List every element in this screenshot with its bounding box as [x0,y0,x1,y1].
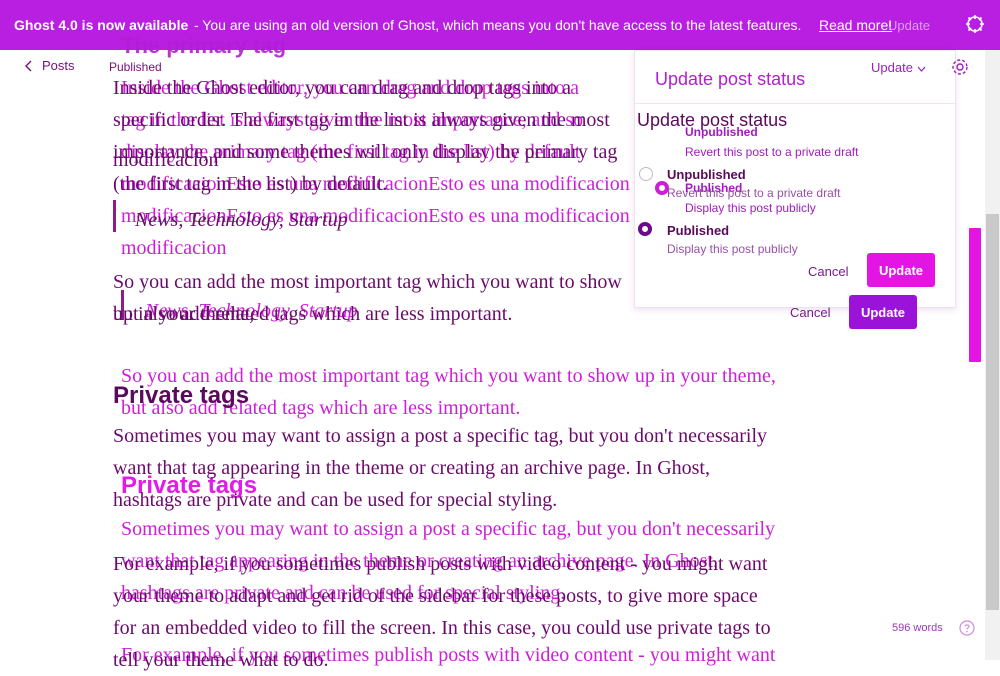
ghost-cancel-button[interactable]: Cancel [808,264,848,279]
radio-published[interactable] [638,222,652,236]
example-paragraph-4[interactable]: tell your theme what to do. [113,644,853,676]
cancel-button[interactable]: Cancel [790,305,830,320]
help-icon[interactable] [959,620,975,636]
option-unpublished-desc: Revert this post to a private draft [667,186,841,200]
option-published-label[interactable]: Published [667,223,729,238]
ghost-option-unpublished-desc: Revert this post to a private draft [685,145,859,159]
example-paragraph-2[interactable]: your theme to adapt and get rid of the s… [113,580,853,612]
private-paragraph-3[interactable]: hashtags are private and can be used for… [113,484,853,516]
private-paragraph-1[interactable]: Sometimes you may want to assign a post … [113,420,853,452]
example-paragraph-3[interactable]: for an embedded video to fill the screen… [113,612,853,644]
ghost-private-1: Sometimes you may want to assign a post … [121,518,776,540]
close-icon[interactable] [964,13,986,35]
update-button[interactable]: Update [849,295,917,329]
word-count: 596 words [892,622,943,634]
quote-bar [113,200,116,232]
banner-ghost-update: Update [888,18,930,33]
chevron-left-icon [25,60,32,71]
private-paragraph-2[interactable]: want that tag appearing in the theme or … [113,452,853,484]
popover-divider [635,103,955,104]
radio-unpublished[interactable] [639,167,653,181]
popover-title: Update post status [655,69,806,89]
chevron-down-icon [917,66,925,72]
option-published-desc: Display this post publicly [667,242,798,256]
editor-scroll-indicator[interactable] [969,228,981,362]
ghost-update-button[interactable]: Update [867,253,935,287]
option-unpublished-label[interactable]: Unpublished [667,167,746,182]
back-to-posts[interactable]: Posts [24,58,75,73]
gear-icon[interactable] [950,57,970,77]
update-menu[interactable]: Update [871,60,926,75]
status-popover-title: Update post status [637,110,788,130]
example-paragraph-1[interactable]: For example, if you sometimes publish po… [113,548,853,580]
scrollbar-thumb[interactable] [986,214,999,610]
update-menu-label: Update [871,60,913,75]
ghost-option-published-desc: Display this post publicly [685,201,816,215]
private-tags-heading[interactable]: Private tags [113,380,853,413]
primary-tag-paragraph[interactable]: Inside the Ghost editor, you can drag an… [113,72,633,200]
back-label: Posts [42,58,75,73]
